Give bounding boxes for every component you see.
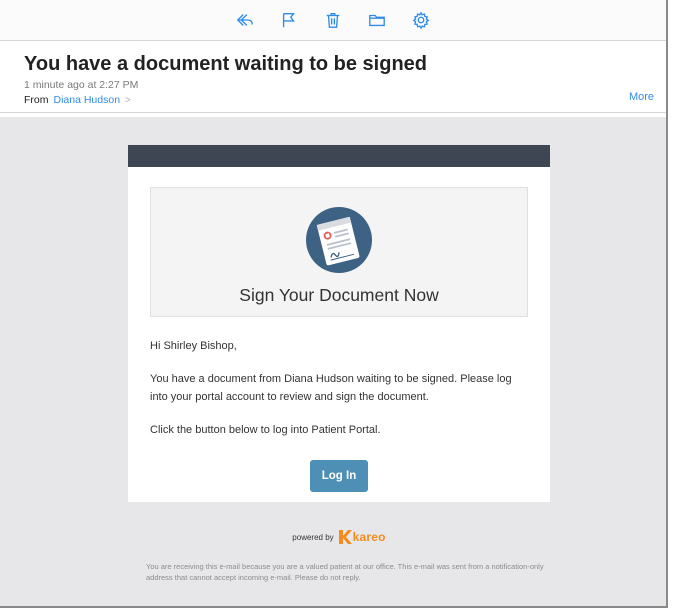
chevron-right-icon: > [125, 94, 131, 106]
settings-button[interactable] [410, 9, 432, 31]
mail-window: You have a document waiting to be signed… [0, 0, 668, 608]
powered-by: powered by kareo [128, 529, 550, 545]
reply-icon [236, 14, 253, 26]
from-label: From [24, 94, 49, 106]
trash-button[interactable] [322, 9, 344, 31]
log-in-button[interactable]: Log In [309, 460, 369, 492]
kareo-mark-icon [338, 530, 352, 544]
subject: You have a document waiting to be signed [24, 53, 428, 75]
more-link[interactable]: More [629, 91, 654, 103]
kareo-wordmark: kareo [352, 530, 386, 544]
card-header-bar [128, 145, 550, 167]
message-body: Sign Your Document Now Hi Shirley Bishop… [0, 117, 666, 606]
message-paragraph: You have a document from Diana Hudson wa… [150, 373, 512, 403]
kareo-logo: kareo [338, 529, 386, 545]
email-card: Sign Your Document Now Hi Shirley Bishop… [128, 145, 550, 502]
email-text: Hi Shirley Bishop, You have a document f… [128, 317, 550, 439]
from-row: From Diana Hudson > [24, 94, 654, 106]
message-header: You have a document waiting to be signed… [0, 41, 666, 113]
folder-icon [369, 14, 385, 27]
button-container: Log In [128, 454, 550, 502]
footer-disclaimer: You are receiving this e-mail because yo… [146, 562, 544, 582]
flag-icon [282, 13, 295, 28]
flag-button[interactable] [278, 9, 300, 31]
folder-button[interactable] [366, 9, 388, 31]
instruction-paragraph: Click the button below to log into Patie… [150, 424, 381, 436]
timestamp: 1 minute ago at 2:27 PM [24, 79, 139, 91]
gear-icon [412, 11, 430, 29]
powered-by-label: powered by [292, 532, 334, 542]
hero-panel: Sign Your Document Now [150, 187, 528, 317]
hero-title: Sign Your Document Now [239, 285, 439, 305]
document-sign-icon [306, 207, 372, 273]
sender-link[interactable]: Diana Hudson [54, 94, 121, 106]
toolbar [0, 0, 666, 41]
greeting: Hi Shirley Bishop, [150, 340, 237, 352]
reply-button[interactable] [234, 9, 256, 31]
trash-icon [326, 13, 340, 28]
